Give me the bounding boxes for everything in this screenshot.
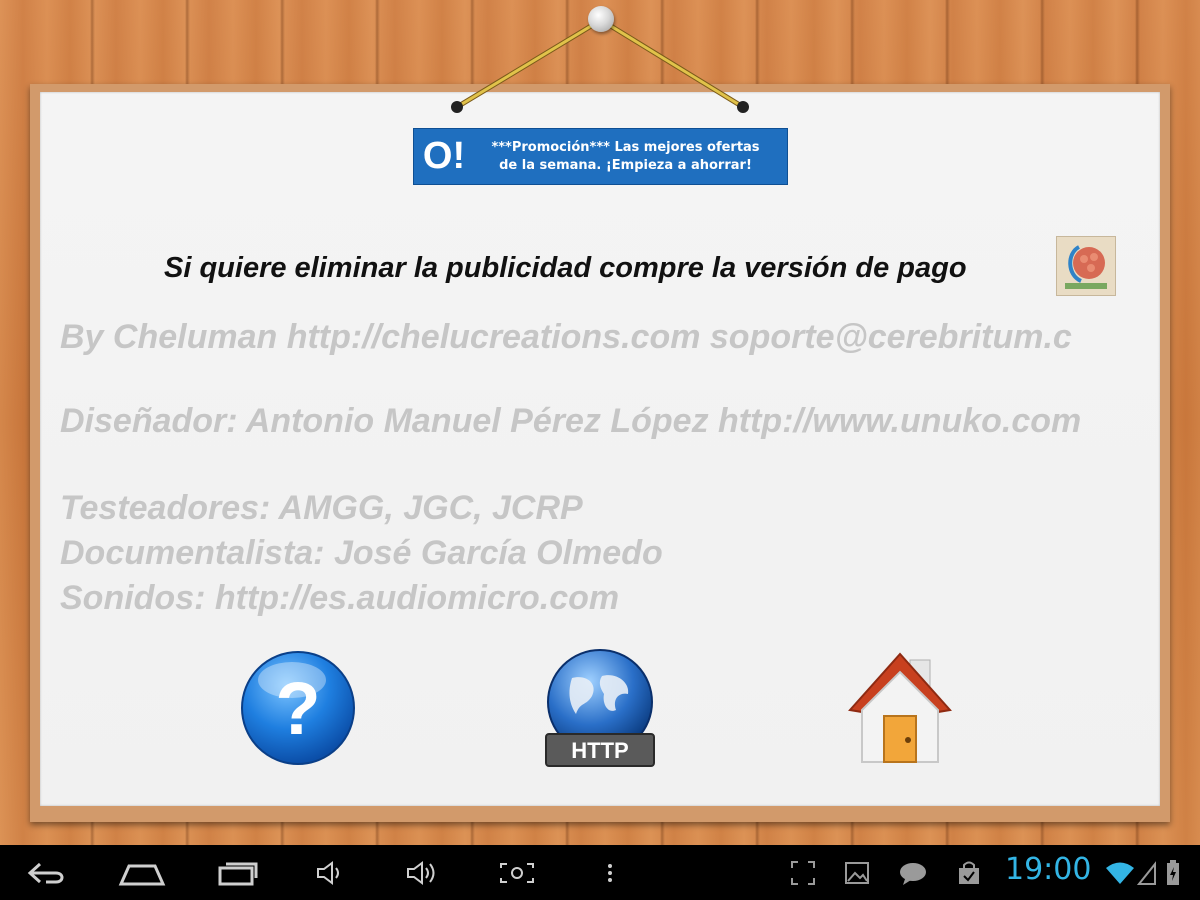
ad-text-line2: de la semana. ¡Empieza a ahorrar! xyxy=(499,157,752,173)
chat-notification-icon xyxy=(896,853,930,893)
signal-icon xyxy=(1136,853,1158,893)
house-icon xyxy=(848,652,952,763)
gallery-notification-icon xyxy=(842,853,872,893)
status-clock: 19:00 xyxy=(1005,852,1092,887)
wifi-icon xyxy=(1104,853,1136,893)
credit-sounds: Sonidos: http://es.audiomicro.com xyxy=(60,579,620,617)
credit-documentalist: Documentalista: José García Olmedo xyxy=(60,534,663,572)
credit-author: By Cheluman http://chelucreations.com so… xyxy=(60,318,1072,356)
help-question-mark-icon: ? xyxy=(275,667,320,750)
recent-apps-icon[interactable] xyxy=(212,853,262,893)
screenshot-icon[interactable] xyxy=(494,853,540,893)
home-button[interactable] xyxy=(848,650,952,768)
home-nav-icon[interactable] xyxy=(116,853,168,893)
website-http-button[interactable]: HTTP xyxy=(542,648,658,770)
ad-logo-icon: O! xyxy=(422,135,466,177)
app-logo-icon[interactable] xyxy=(1056,236,1116,296)
ad-text-line1: ***Promoción*** Las mejores ofertas xyxy=(491,139,760,155)
help-button[interactable]: ? xyxy=(240,650,356,766)
fullscreen-icon xyxy=(788,853,818,893)
store-notification-icon xyxy=(954,853,984,893)
battery-charging-icon xyxy=(1162,853,1184,893)
volume-down-icon[interactable] xyxy=(310,853,350,893)
http-label: HTTP xyxy=(571,738,628,763)
back-icon[interactable] xyxy=(24,853,72,893)
credit-testers: Testeadores: AMGG, JGC, JCRP xyxy=(60,489,583,527)
ad-text: ***Promoción*** Las mejores ofertas de l… xyxy=(474,139,787,175)
remove-ads-notice: Si quiere eliminar la publicidad compre … xyxy=(164,252,967,284)
ad-banner[interactable]: O! ***Promoción*** Las mejores ofertas d… xyxy=(413,128,788,185)
credit-designer: Diseñador: Antonio Manuel Pérez López ht… xyxy=(60,402,1082,440)
menu-overflow-icon[interactable] xyxy=(598,853,622,893)
nail-icon xyxy=(588,6,614,32)
volume-up-icon[interactable] xyxy=(400,853,444,893)
